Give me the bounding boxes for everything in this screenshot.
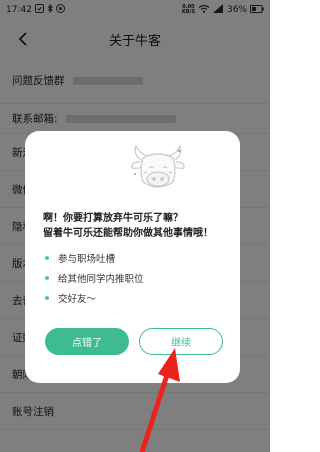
annotation-arrow-icon: [139, 348, 180, 452]
